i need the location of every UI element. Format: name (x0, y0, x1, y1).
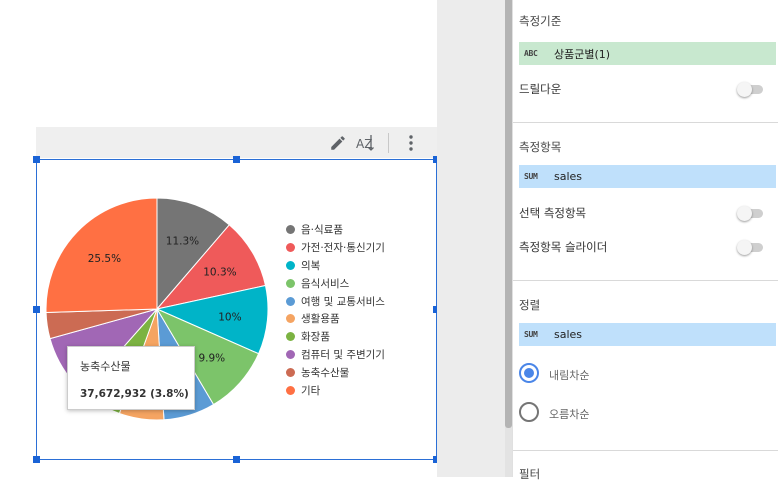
drilldown-label: 드릴다운 (519, 82, 562, 96)
filter-section-label: 필터 (519, 467, 541, 481)
tooltip-title: 농축수산물 (80, 360, 131, 373)
resize-handle-tc[interactable] (233, 156, 240, 163)
canvas-scrollbar[interactable] (505, 0, 512, 477)
legend-label: 농축수산물 (301, 366, 350, 379)
chart-tooltip: 농축수산물 37,672,932 (3.8%) (67, 346, 195, 410)
metric-chip-text: sales (554, 170, 583, 183)
legend-swatch (286, 296, 295, 306)
tooltip-value: 37,672,932 (3.8%) (80, 388, 189, 400)
dimension-chip[interactable]: ABC 상품군별(1) (519, 42, 776, 65)
legend-item[interactable]: 가전·전자·통신기기 (286, 239, 385, 257)
sort-section-label: 정렬 (519, 298, 541, 312)
legend-swatch (286, 260, 295, 270)
chart-legend: 음·식료품가전·전자·통신기기의복음식서비스여행 및 교통서비스생활용품화장품컴… (286, 221, 385, 399)
section-divider (513, 280, 778, 281)
toolbar-separator (388, 132, 389, 153)
legend-item[interactable]: 화장품 (286, 328, 385, 346)
descending-label[interactable]: 내림차순 (549, 367, 589, 383)
legend-swatch (286, 278, 295, 288)
ascending-radio[interactable] (519, 402, 539, 422)
legend-label: 컴퓨터 및 주변기기 (301, 348, 385, 361)
legend-swatch (286, 332, 295, 342)
report-editor: AZ 11.3% 10.3% 10% 9.9% 25.5% 음·식료품 가전·전자·통신기… (0, 0, 778, 481)
legend-item[interactable]: 기타 (286, 381, 385, 399)
sort-az-icon[interactable]: AZ (352, 129, 380, 157)
metric-slider-label: 측정항목 슬라이더 (519, 240, 608, 254)
properties-panel: 측정기준 ABC 상품군별(1) 드릴다운 측정항목 SUM sales 선택 … (512, 0, 778, 481)
sort-agg-tag: SUM (524, 330, 538, 339)
pencil-icon[interactable] (324, 129, 352, 157)
legend-item[interactable]: 여행 및 교통서비스 (286, 292, 385, 310)
ascending-label[interactable]: 오름차순 (549, 406, 589, 422)
legend-swatch (286, 367, 295, 377)
sort-metric-chip[interactable]: SUM sales (519, 323, 776, 346)
metric-agg-tag: SUM (524, 172, 538, 181)
legend-swatch (286, 349, 295, 359)
metric-section-label: 측정항목 (519, 140, 562, 154)
more-vert-icon[interactable] (397, 129, 425, 157)
resize-handle-tl[interactable] (33, 156, 40, 163)
dimension-type-tag: ABC (524, 49, 538, 58)
canvas-gutter (437, 0, 505, 477)
resize-handle-bl[interactable] (33, 456, 40, 463)
legend-swatch (286, 243, 295, 253)
legend-label: 여행 및 교통서비스 (301, 295, 385, 308)
section-divider (513, 122, 778, 123)
descending-radio[interactable] (519, 363, 539, 383)
legend-swatch (286, 225, 295, 235)
resize-handle-bc[interactable] (233, 456, 240, 463)
section-divider (513, 450, 778, 451)
legend-label: 기타 (301, 384, 321, 397)
report-canvas[interactable]: AZ 11.3% 10.3% 10% 9.9% 25.5% 음·식료품 가전·전자·통신기… (0, 0, 440, 477)
legend-label: 음·식료품 (301, 224, 343, 237)
legend-item[interactable]: 음식서비스 (286, 274, 385, 292)
optional-metric-label: 선택 측정항목 (519, 206, 587, 220)
legend-item[interactable]: 농축수산물 (286, 363, 385, 381)
legend-item[interactable]: 컴퓨터 및 주변기기 (286, 346, 385, 364)
legend-swatch (286, 385, 295, 395)
legend-label: 가전·전자·통신기기 (301, 242, 385, 255)
legend-label: 음식서비스 (301, 277, 350, 290)
metric-chip[interactable]: SUM sales (519, 165, 776, 188)
legend-label: 의복 (301, 259, 321, 272)
legend-item[interactable]: 생활용품 (286, 310, 385, 328)
chart-toolbar: AZ (36, 127, 437, 158)
dimension-section-label: 측정기준 (519, 14, 562, 28)
legend-item[interactable]: 의복 (286, 257, 385, 275)
legend-label: 화장품 (301, 331, 330, 344)
scrollbar-thumb[interactable] (505, 0, 512, 428)
dimension-chip-text: 상품군별(1) (554, 47, 611, 61)
resize-handle-ml[interactable] (33, 306, 40, 313)
sort-chip-text: sales (554, 328, 583, 341)
metric-slider-toggle[interactable] (737, 240, 763, 255)
legend-swatch (286, 314, 295, 324)
drilldown-toggle[interactable] (737, 82, 763, 97)
legend-label: 생활용품 (301, 313, 340, 326)
legend-item[interactable]: 음·식료품 (286, 221, 385, 239)
optional-metric-toggle[interactable] (737, 206, 763, 221)
